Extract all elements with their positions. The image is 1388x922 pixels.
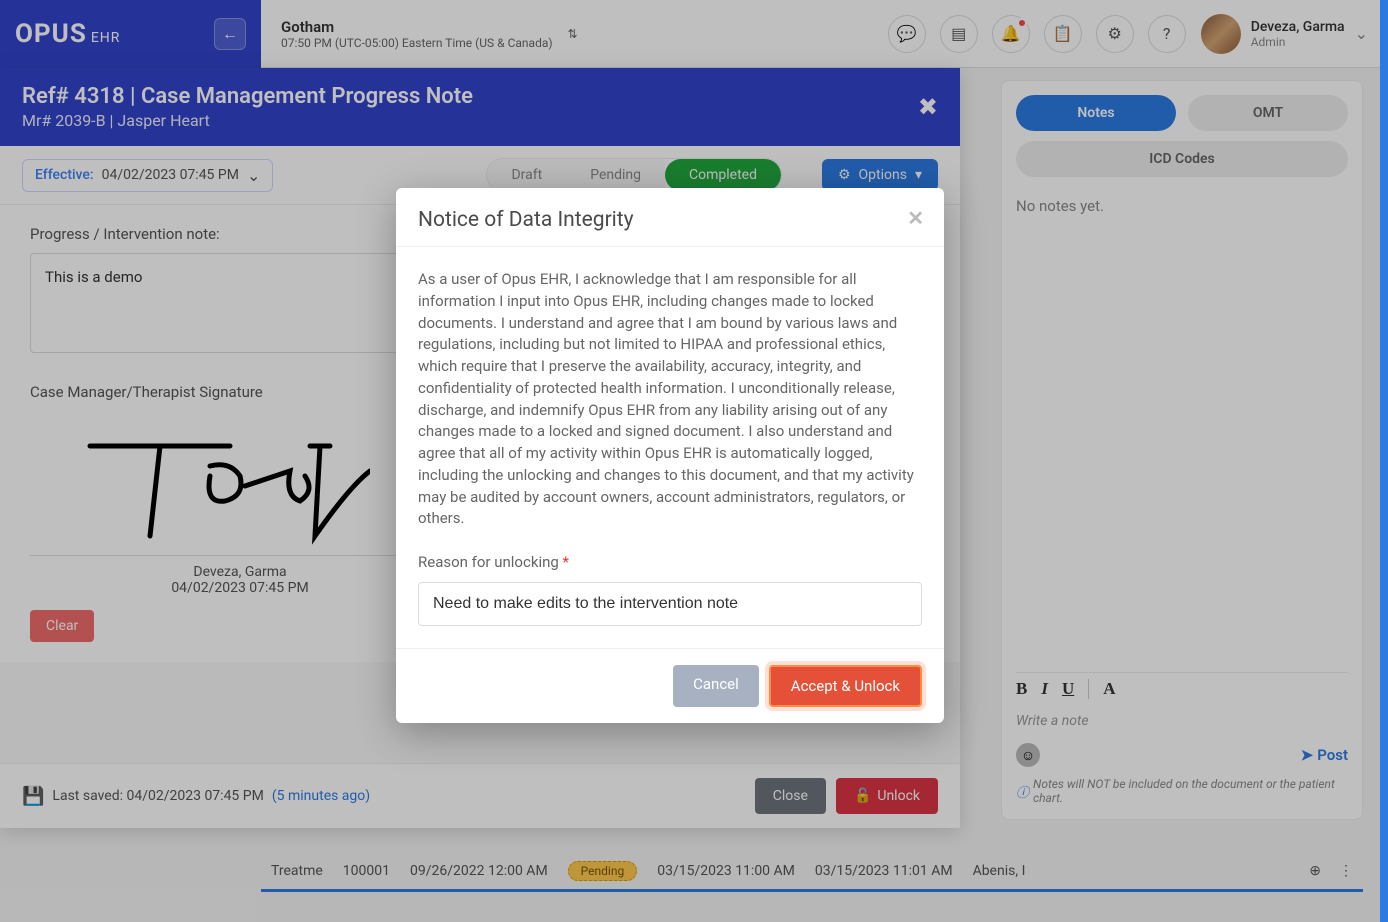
modal-close-icon[interactable]: ✕ [907,206,924,230]
right-edge-accent [1380,0,1388,922]
modal-header: Notice of Data Integrity ✕ [396,188,944,246]
reason-input[interactable] [418,582,922,626]
accept-unlock-button[interactable]: Accept & Unlock [769,665,922,707]
data-integrity-modal: Notice of Data Integrity ✕ As a user of … [396,188,944,723]
reason-label: Reason for unlocking * [418,552,922,574]
required-asterisk: * [563,553,569,571]
modal-title: Notice of Data Integrity [418,208,922,232]
modal-footer: Cancel Accept & Unlock [396,648,944,723]
modal-body: As a user of Opus EHR, I acknowledge tha… [396,247,944,648]
modal-body-text: As a user of Opus EHR, I acknowledge tha… [418,269,922,530]
cancel-button[interactable]: Cancel [673,665,759,707]
